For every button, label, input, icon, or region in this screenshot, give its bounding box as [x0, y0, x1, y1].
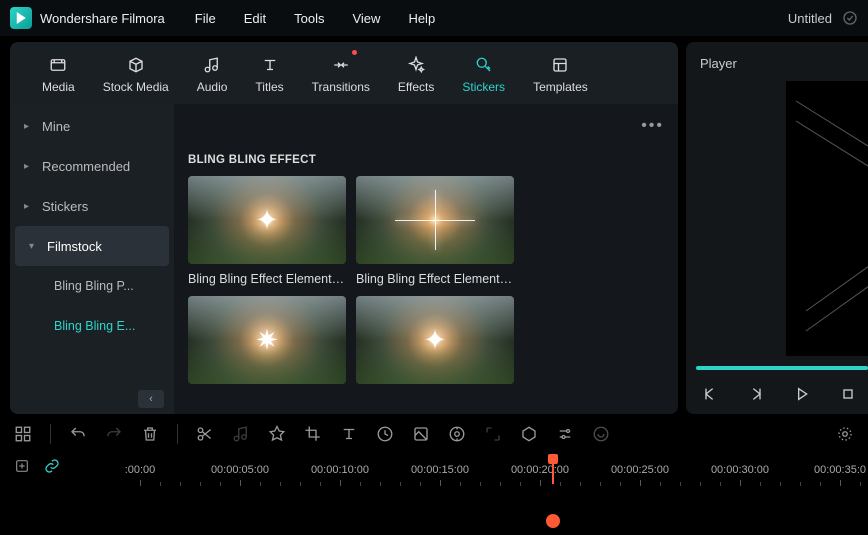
tab-templates[interactable]: Templates	[519, 50, 602, 104]
tab-stickers[interactable]: Stickers	[448, 50, 519, 104]
sticker-caption: Bling Bling Effect Element 02	[356, 272, 514, 286]
chevron-right-icon: ▸	[24, 201, 32, 212]
player-title: Player	[696, 52, 868, 81]
player-viewport[interactable]	[786, 81, 868, 356]
prev-frame-button[interactable]	[702, 386, 718, 402]
app-logo	[10, 7, 32, 29]
app-name: Wondershare Filmora	[40, 11, 165, 26]
chevron-right-icon: ▸	[24, 121, 32, 132]
timeline-tick-label: 00:00:35:0	[814, 464, 866, 476]
split-button[interactable]	[196, 425, 214, 443]
timeline-tick-label: 00:00:10:00	[311, 464, 369, 476]
menu-help[interactable]: Help	[408, 11, 435, 26]
project-name[interactable]: Untitled	[788, 11, 832, 26]
titles-icon	[261, 54, 279, 76]
crop-button[interactable]	[304, 425, 322, 443]
player-controls	[696, 370, 868, 406]
tab-transitions[interactable]: Transitions	[298, 50, 384, 104]
expand-button[interactable]	[484, 425, 502, 443]
tab-effects[interactable]: Effects	[384, 50, 448, 104]
collapse-sidebar-button[interactable]: ‹	[138, 390, 164, 408]
stickers-icon	[475, 54, 493, 76]
media-icon	[48, 54, 68, 76]
main-menu: File Edit Tools View Help	[195, 11, 435, 26]
link-button[interactable]	[44, 458, 60, 474]
media-tabs: Media Stock Media Audio Titles Transitio…	[10, 42, 678, 104]
sticker-thumbnail: ✦	[356, 296, 514, 384]
tab-media[interactable]: Media	[28, 50, 89, 104]
timeline-ruler[interactable]: :00:00 00:00:05:00 00:00:10:00 00:00:15:00 0…	[120, 454, 868, 484]
sidebar-sub-bling-pack[interactable]: Bling Bling P...	[10, 266, 174, 306]
sticker-caption: Bling Bling Effect Element 01	[188, 272, 346, 286]
mask-button[interactable]	[520, 425, 538, 443]
timeline-tick-label: 00:00:05:00	[211, 464, 269, 476]
audio-detach-button[interactable]	[232, 425, 250, 443]
layout-icon[interactable]	[14, 425, 32, 443]
titlebar: Wondershare Filmora File Edit Tools View…	[0, 0, 868, 36]
content-area: ••• BLING BLING EFFECT ✦ Bling Bling Eff…	[174, 104, 678, 414]
menu-edit[interactable]: Edit	[244, 11, 266, 26]
delete-button[interactable]	[141, 425, 159, 443]
sticker-card[interactable]: ✦	[356, 296, 514, 392]
sidebar-sub-bling-effect[interactable]: Bling Bling E...	[10, 306, 174, 346]
sidebar-item-stickers[interactable]: ▸Stickers	[10, 186, 174, 226]
timeline-tick-label: :00:00	[125, 464, 156, 476]
menu-view[interactable]: View	[352, 11, 380, 26]
notification-dot	[352, 50, 357, 55]
more-options-icon[interactable]: •••	[641, 117, 664, 135]
tab-audio[interactable]: Audio	[183, 50, 242, 104]
play-button[interactable]	[794, 386, 810, 402]
mixer-button[interactable]	[836, 425, 854, 443]
text-button[interactable]	[340, 425, 358, 443]
stock-media-icon	[126, 54, 146, 76]
chevron-down-icon: ▾	[29, 241, 37, 252]
templates-icon	[551, 54, 569, 76]
audio-icon	[203, 54, 221, 76]
menu-tools[interactable]: Tools	[294, 11, 324, 26]
player-panel: Player	[686, 42, 868, 414]
transitions-icon	[331, 54, 351, 76]
chevron-right-icon: ▸	[24, 161, 32, 172]
sticker-card[interactable]: ✷	[188, 296, 346, 392]
timeline-tick-label: 00:00:25:00	[611, 464, 669, 476]
tab-stock-media[interactable]: Stock Media	[89, 50, 183, 104]
color-button[interactable]	[412, 425, 430, 443]
sidebar-item-mine[interactable]: ▸Mine	[10, 106, 174, 146]
save-status-icon	[842, 10, 858, 26]
add-track-button[interactable]	[14, 458, 30, 474]
next-frame-button[interactable]	[748, 386, 764, 402]
sticker-thumbnail	[356, 176, 514, 264]
effects-icon	[407, 54, 425, 76]
category-sidebar: ▸Mine ▸Recommended ▸Stickers ▾Filmstock …	[10, 104, 174, 414]
tab-titles[interactable]: Titles	[241, 50, 297, 104]
timeline-tick-label: 00:00:20:00	[511, 464, 569, 476]
sticker-thumbnail: ✦	[188, 176, 346, 264]
adjust-button[interactable]	[556, 425, 574, 443]
keyframe-button[interactable]	[448, 425, 466, 443]
undo-button[interactable]	[69, 425, 87, 443]
speed-button[interactable]	[376, 425, 394, 443]
stop-button[interactable]	[840, 386, 856, 402]
sidebar-item-recommended[interactable]: ▸Recommended	[10, 146, 174, 186]
sticker-thumbnail: ✷	[188, 296, 346, 384]
sticker-card[interactable]: ✦ Bling Bling Effect Element 01	[188, 176, 346, 286]
marker-button[interactable]	[268, 425, 286, 443]
menu-file[interactable]: File	[195, 11, 216, 26]
voiceover-button[interactable]	[592, 425, 610, 443]
timeline-tick-label: 00:00:15:00	[411, 464, 469, 476]
sidebar-item-filmstock[interactable]: ▾Filmstock	[15, 226, 169, 266]
section-title: BLING BLING EFFECT	[174, 148, 678, 176]
media-panel: Media Stock Media Audio Titles Transitio…	[10, 42, 678, 414]
timeline-toolbar	[0, 414, 868, 454]
timeline[interactable]: :00:00 00:00:05:00 00:00:10:00 00:00:15:00 0…	[0, 454, 868, 528]
timeline-tick-label: 00:00:30:00	[711, 464, 769, 476]
redo-button[interactable]	[105, 425, 123, 443]
sticker-card[interactable]: Bling Bling Effect Element 02	[356, 176, 514, 286]
